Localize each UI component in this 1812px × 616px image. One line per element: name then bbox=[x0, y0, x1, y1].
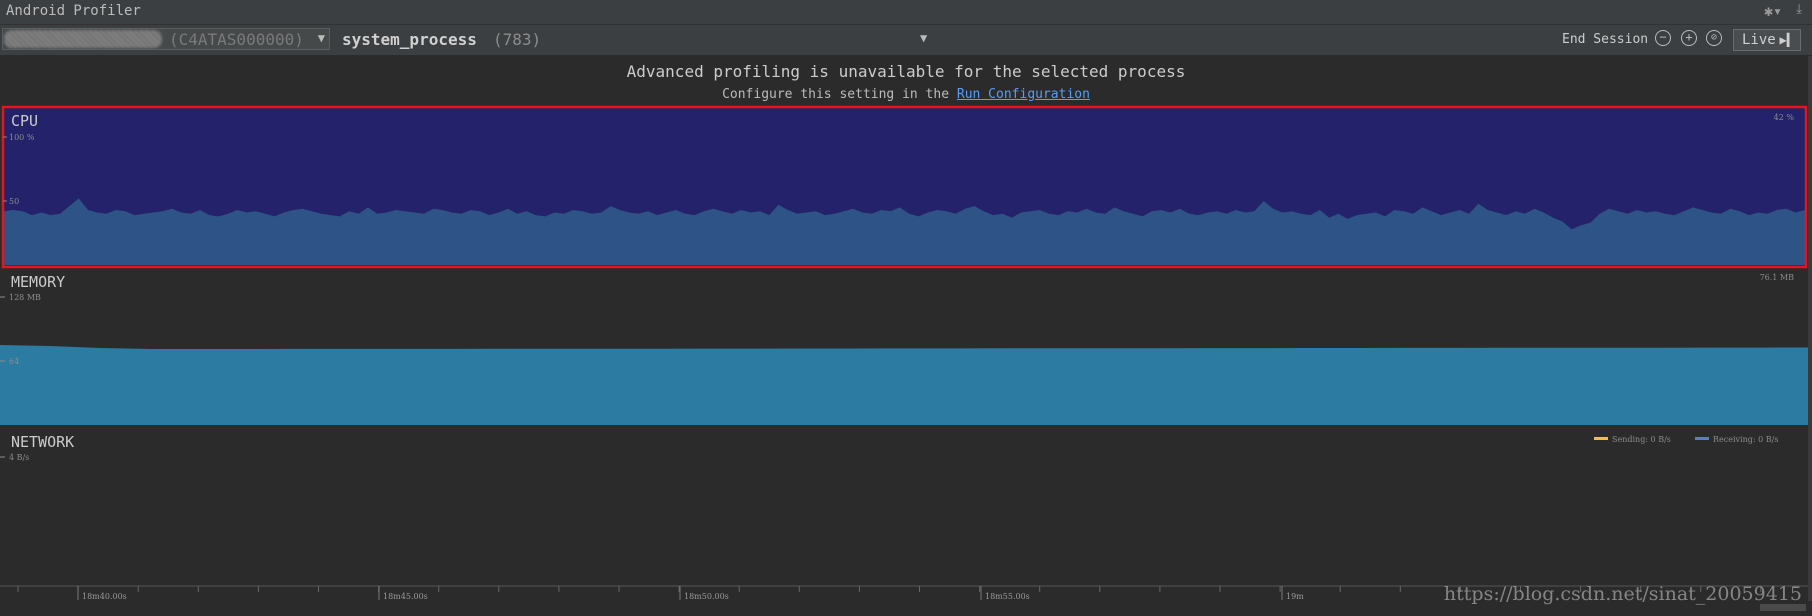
timeline-tick-label: 18m40.00s bbox=[82, 592, 127, 601]
memory-mid-label: 64 bbox=[9, 357, 19, 366]
cpu-monitor[interactable]: CPU 100 % 50 42 % bbox=[1, 105, 1808, 269]
timeline-tick-label: 18m45.00s bbox=[383, 592, 428, 601]
network-max-label: 4 B/s bbox=[9, 453, 29, 462]
timeline-tick-label: 18m55.00s bbox=[985, 592, 1030, 601]
memory-usage-area bbox=[0, 345, 1808, 425]
memory-monitor[interactable]: MEMORY 128 MB 64 76.1 MB bbox=[0, 273, 1808, 425]
memory-current-value: 76.1 MB bbox=[1760, 273, 1795, 282]
memory-label: MEMORY bbox=[11, 273, 65, 291]
network-monitor[interactable]: NETWORK 4 B/s Sending: 0 B/s Receiving: … bbox=[0, 433, 1778, 462]
receiving-legend-swatch bbox=[1695, 437, 1709, 440]
timeline-tick-label: 19m bbox=[1286, 592, 1304, 601]
profiler-charts: CPU 100 % 50 42 % MEMORY 128 MB 64 76.1 … bbox=[0, 105, 1808, 611]
timeline-tick-label: 18m50.00s bbox=[684, 592, 729, 601]
sending-legend-swatch bbox=[1594, 437, 1608, 440]
cpu-mid-label: 50 bbox=[9, 197, 19, 206]
receiving-legend-label: Receiving: 0 B/s bbox=[1713, 435, 1778, 444]
cpu-max-label: 100 % bbox=[9, 133, 35, 142]
sending-legend-label: Sending: 0 B/s bbox=[1612, 435, 1671, 444]
watermark: https://blog.csdn.net/sinat_20059415 bbox=[1443, 583, 1802, 605]
network-label: NETWORK bbox=[11, 433, 74, 451]
memory-max-label: 128 MB bbox=[9, 293, 41, 302]
cpu-label: CPU bbox=[11, 112, 38, 130]
vertical-scrollbar[interactable] bbox=[1808, 56, 1812, 601]
horizontal-scrollbar[interactable] bbox=[1760, 604, 1806, 611]
cpu-current-value: 42 % bbox=[1774, 113, 1795, 122]
